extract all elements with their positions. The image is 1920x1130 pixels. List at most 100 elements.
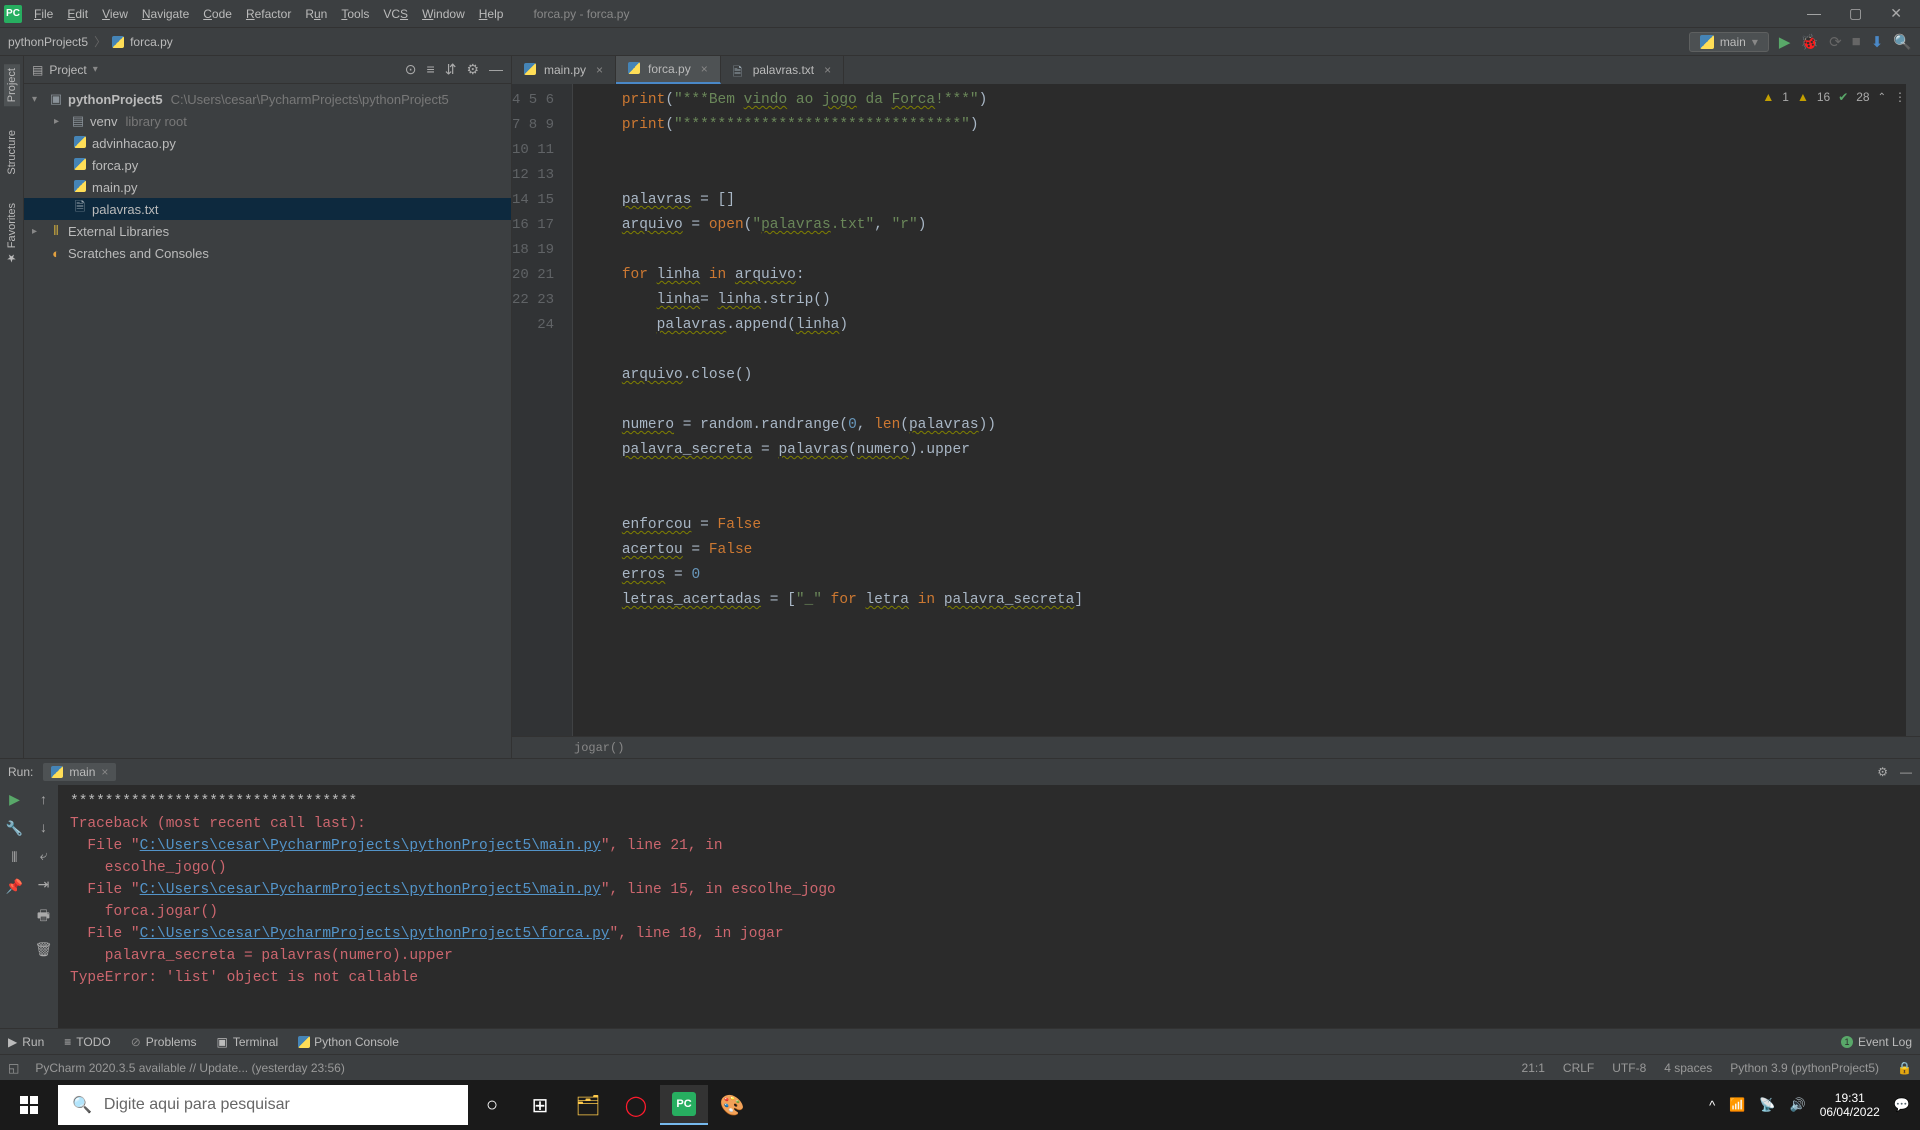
tree-venv[interactable]: ▸▤ venv library root (24, 110, 511, 132)
app-icon[interactable]: 🎨 (708, 1085, 756, 1125)
file-explorer-icon[interactable]: 🗂 (564, 1085, 612, 1125)
editor-tab-active[interactable]: forca.py × (616, 56, 721, 84)
soft-wrap-icon[interactable]: ⤶ (40, 847, 48, 864)
caret-position[interactable]: 21:1 (1522, 1061, 1545, 1075)
tree-file[interactable]: forca.py (24, 154, 511, 176)
cortana-icon[interactable]: ○ (468, 1085, 516, 1125)
select-opened-file-icon[interactable]: ⊙ (405, 61, 417, 78)
start-button[interactable] (0, 1085, 58, 1125)
notifications-icon[interactable]: 💬 (1894, 1097, 1910, 1113)
status-update[interactable]: PyCharm 2020.3.5 available // Update... … (35, 1061, 345, 1075)
rerun-icon[interactable]: ▶ (9, 791, 20, 808)
inspection-widget[interactable]: ▲1 ▲16 ✔28 ⌃ ⋮ (1762, 90, 1906, 104)
opera-icon[interactable]: ◯ (612, 1085, 660, 1125)
window-title: forca.py - forca.py (533, 7, 629, 21)
maximize-icon[interactable]: ▢ (1849, 5, 1862, 22)
code-editor[interactable]: print("***Bem vindo ao jogo da Forca!***… (572, 84, 1906, 736)
run-label: Run: (8, 765, 33, 779)
close-icon[interactable]: ✕ (1890, 5, 1902, 22)
more-icon[interactable]: ⋮ (1894, 90, 1906, 104)
editor-breadcrumb[interactable]: jogar() (512, 736, 1920, 758)
tree-scratches[interactable]: ◐ Scratches and Consoles (24, 242, 511, 264)
scroll-end-icon[interactable]: ⇥ (38, 876, 50, 893)
menu-refactor[interactable]: Refactor (246, 7, 291, 21)
run-settings-icon[interactable]: ⚙ (1877, 765, 1888, 779)
settings-icon[interactable]: ⚙ (466, 61, 479, 78)
menu-code[interactable]: Code (203, 7, 232, 21)
breadcrumb-project[interactable]: pythonProject5 (8, 35, 88, 49)
run-tool-tab[interactable]: ▶ Run (8, 1035, 44, 1049)
search-everywhere-icon[interactable]: 🔍 (1893, 33, 1912, 51)
taskbar-clock[interactable]: 19:31 06/04/2022 (1820, 1091, 1880, 1119)
todo-tool-tab[interactable]: ≡ TODO (64, 1035, 110, 1049)
print-icon[interactable]: 🖶 (37, 905, 50, 929)
hide-panel-icon[interactable]: — (489, 61, 503, 78)
menu-edit[interactable]: Edit (67, 7, 88, 21)
run-coverage-button[interactable]: ⟳ (1829, 33, 1842, 51)
close-tab-icon[interactable]: × (596, 63, 603, 77)
favorites-tool-tab[interactable]: ★ Favorites (3, 199, 20, 268)
menu-navigate[interactable]: Navigate (142, 7, 189, 21)
editor-tab[interactable]: main.py × (512, 56, 616, 84)
run-configuration-selector[interactable]: main ▾ (1689, 32, 1769, 52)
python-console-tool-tab[interactable]: Python Console (298, 1035, 399, 1049)
terminal-tool-tab[interactable]: ▣ Terminal (216, 1035, 278, 1049)
console-output[interactable]: ********************************* Traceb… (58, 785, 1920, 1028)
event-log-tab[interactable]: 1 Event Log (1841, 1035, 1912, 1049)
menu-run[interactable]: Run (305, 7, 327, 21)
project-tree[interactable]: ▾▣ pythonProject5 C:\Users\cesar\Pycharm… (24, 84, 511, 268)
hide-run-icon[interactable]: — (1900, 765, 1912, 779)
run-button[interactable]: ▶ (1779, 33, 1791, 51)
tree-root[interactable]: ▾▣ pythonProject5 C:\Users\cesar\Pycharm… (24, 88, 511, 110)
read-only-icon[interactable]: 🔒 (1897, 1061, 1912, 1075)
structure-tool-tab[interactable]: Structure (4, 126, 20, 179)
minimize-icon[interactable]: — (1807, 5, 1821, 22)
close-run-tab-icon[interactable]: × (101, 765, 108, 779)
volume-icon[interactable]: 🔊 (1790, 1097, 1806, 1113)
taskbar-search[interactable]: 🔍 Digite aqui para pesquisar (58, 1085, 468, 1125)
battery-icon[interactable]: 📶 (1729, 1097, 1745, 1113)
up-stack-icon[interactable]: ↑ (40, 791, 47, 807)
close-tab-icon[interactable]: × (824, 63, 831, 77)
tree-file-selected[interactable]: 🗎 palavras.txt (24, 198, 511, 220)
project-panel-title[interactable]: ▤ Project ▾ (32, 63, 98, 77)
down-stack-icon[interactable]: ↓ (40, 819, 47, 835)
menu-tools[interactable]: Tools (341, 7, 369, 21)
tree-external-libs[interactable]: ▸⫴ External Libraries (24, 220, 511, 242)
pycharm-taskbar-icon[interactable]: PC (660, 1085, 708, 1125)
close-tab-icon[interactable]: × (701, 62, 708, 76)
problems-tool-tab[interactable]: ⊘ Problems (131, 1035, 197, 1049)
tool-window-quick-access-icon[interactable]: ◱ (8, 1061, 19, 1075)
run-tab-label: main (69, 765, 95, 779)
stop-icon[interactable]: 🔧 (6, 820, 23, 837)
menu-file[interactable]: File (34, 7, 53, 21)
wifi-icon[interactable]: 📡 (1759, 1097, 1775, 1113)
line-number-gutter[interactable]: 4 5 6 7 8 9 10 11 12 13 14 15 16 17 18 1… (512, 84, 572, 736)
expand-all-icon[interactable]: ≡ (427, 61, 435, 78)
task-view-icon[interactable]: ⊞ (516, 1085, 564, 1125)
menu-window[interactable]: Window (422, 7, 465, 21)
collapse-icon[interactable]: ⌃ (1878, 92, 1886, 103)
project-tool-tab[interactable]: Project (4, 64, 20, 106)
menu-help[interactable]: Help (479, 7, 504, 21)
editor-tab[interactable]: 🗎 palavras.txt × (721, 56, 844, 84)
tree-file[interactable]: advinhacao.py (24, 132, 511, 154)
line-separator[interactable]: CRLF (1563, 1061, 1594, 1075)
menu-view[interactable]: View (102, 7, 128, 21)
editor-scrollbar[interactable] (1906, 84, 1920, 736)
collapse-all-icon[interactable]: ⇵ (445, 61, 457, 78)
stop-button[interactable]: ■ (1852, 33, 1861, 50)
file-encoding[interactable]: UTF-8 (1612, 1061, 1646, 1075)
debug-button[interactable]: 🐞 (1800, 33, 1819, 51)
pin-icon[interactable]: 📌 (6, 878, 23, 895)
clear-icon[interactable]: 🗑 (35, 941, 53, 958)
layout-icon[interactable]: ⫴ (12, 849, 18, 866)
update-button[interactable]: ⬇ (1871, 33, 1884, 51)
tray-overflow-icon[interactable]: ^ (1709, 1098, 1715, 1113)
tree-file[interactable]: main.py (24, 176, 511, 198)
run-tab[interactable]: main × (43, 763, 116, 781)
breadcrumb-file[interactable]: forca.py (130, 35, 173, 49)
indent-info[interactable]: 4 spaces (1664, 1061, 1712, 1075)
menu-vcs[interactable]: VCS (383, 7, 408, 21)
interpreter-info[interactable]: Python 3.9 (pythonProject5) (1730, 1061, 1879, 1075)
